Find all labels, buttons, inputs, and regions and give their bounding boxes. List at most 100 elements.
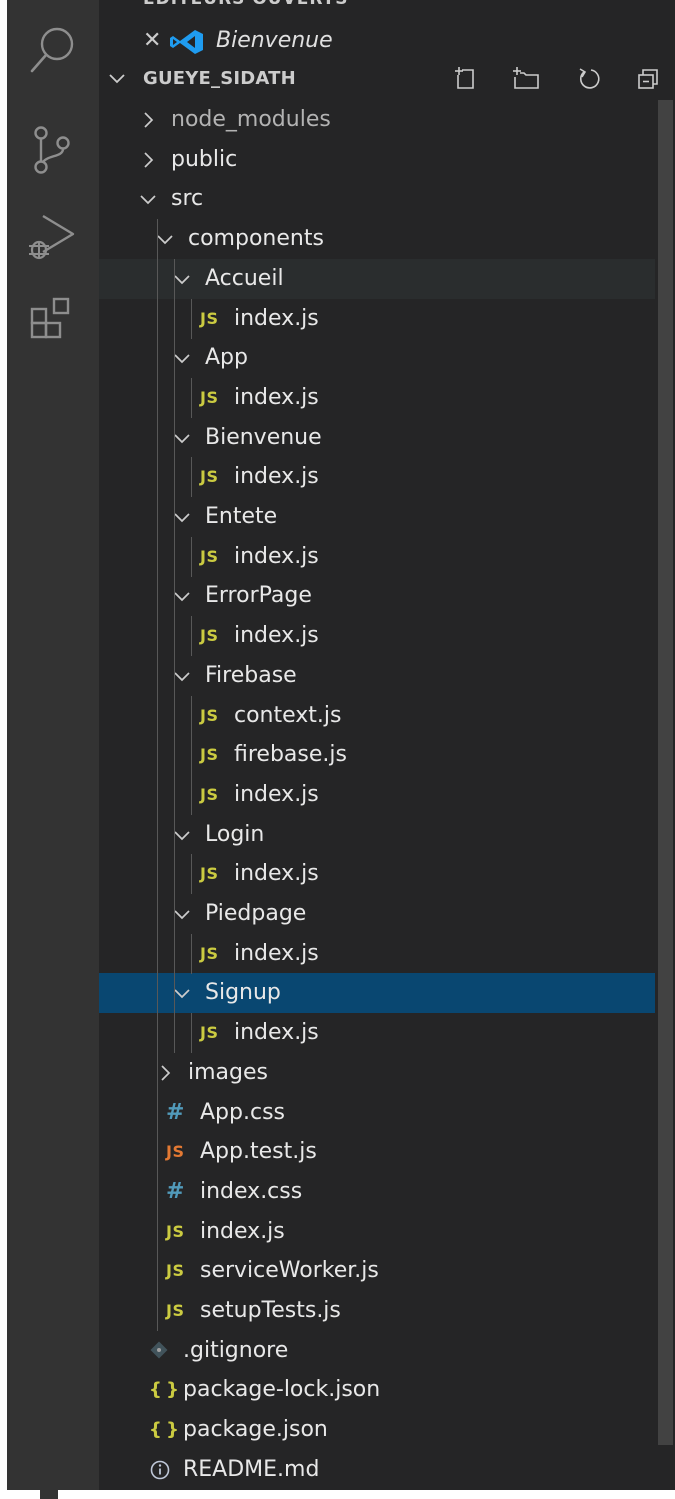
js-file-icon: JS bbox=[200, 467, 219, 486]
js-file-icon: JS bbox=[200, 944, 219, 963]
indent-guide-folder bbox=[191, 378, 192, 418]
tree-item-label: Firebase bbox=[205, 663, 297, 688]
vscode-window: EDITEURS OUVERTS ✕ Bienvenue GUEYE_SIDAT… bbox=[0, 0, 675, 1499]
tree-folder-components[interactable]: components bbox=[99, 219, 675, 259]
scrollbar-thumb[interactable] bbox=[658, 100, 673, 1445]
tree-file-setuptests-js[interactable]: JS setupTests.js bbox=[99, 1291, 675, 1331]
open-editors-header[interactable]: EDITEURS OUVERTS bbox=[143, 0, 349, 9]
chevron-right-icon[interactable] bbox=[156, 1064, 174, 1086]
tree-file-index-js[interactable]: JS index.js bbox=[99, 775, 675, 815]
chevron-right-icon[interactable] bbox=[139, 151, 157, 173]
tree-item-label: App.css bbox=[200, 1100, 285, 1125]
indent-guide-folder bbox=[191, 299, 192, 339]
tree-file-gitignore[interactable]: .gitignore bbox=[99, 1331, 675, 1371]
js-file-icon: JS bbox=[200, 309, 219, 328]
open-editor-item[interactable]: ✕ Bienvenue bbox=[99, 21, 675, 61]
tree-file-app-test-js[interactable]: JS App.test.js bbox=[99, 1132, 675, 1172]
tree-file-index-js[interactable]: JS index.js bbox=[99, 537, 675, 577]
chevron-down-icon[interactable] bbox=[139, 190, 157, 212]
json-file-icon: { } bbox=[149, 1379, 179, 1400]
chevron-down-icon[interactable] bbox=[173, 429, 191, 451]
tree-item-label: App bbox=[205, 345, 248, 370]
vscode-logo-icon bbox=[169, 29, 205, 59]
indent-guide-folder bbox=[191, 934, 192, 974]
tree-file-index-js[interactable]: JS index.js bbox=[99, 934, 675, 974]
indent-guide-folder bbox=[191, 537, 192, 577]
tree-file-readme-md[interactable]: README.md bbox=[99, 1450, 675, 1490]
tree-file-index-js[interactable]: JS index.js bbox=[99, 1013, 675, 1053]
chevron-down-icon[interactable] bbox=[156, 230, 174, 252]
tree-file-package-lock-json[interactable]: { } package-lock.json bbox=[99, 1370, 675, 1410]
tree-item-label: package.json bbox=[183, 1417, 328, 1442]
tree-file-app-css[interactable]: # App.css bbox=[99, 1093, 675, 1133]
tree-file-package-json[interactable]: { } package.json bbox=[99, 1410, 675, 1450]
tree-item-label: Piedpage bbox=[205, 901, 307, 926]
chevron-down-icon[interactable] bbox=[173, 349, 191, 371]
tree-item-label: src bbox=[171, 186, 204, 211]
chevron-down-icon[interactable] bbox=[173, 984, 191, 1006]
tree-folder-node-modules[interactable]: node_modules bbox=[99, 100, 675, 140]
extensions-icon[interactable] bbox=[25, 292, 81, 348]
tree-folder-signup[interactable]: Signup bbox=[99, 973, 675, 1013]
close-icon[interactable]: ✕ bbox=[143, 29, 161, 53]
tree-file-serviceworker-js[interactable]: JS serviceWorker.js bbox=[99, 1251, 675, 1291]
js-file-icon: JS bbox=[200, 706, 219, 725]
project-folder-header[interactable]: GUEYE_SIDATH bbox=[99, 60, 675, 98]
tree-file-firebase-js[interactable]: JS firebase.js bbox=[99, 735, 675, 775]
indent-guide-components bbox=[174, 259, 175, 1053]
chevron-down-icon bbox=[107, 69, 127, 93]
tree-folder-public[interactable]: public bbox=[99, 140, 675, 180]
tree-item-label: ErrorPage bbox=[205, 583, 312, 608]
tree-file-index-js[interactable]: JS index.js bbox=[99, 1212, 675, 1252]
refresh-icon[interactable] bbox=[572, 64, 606, 94]
js-file-icon: JS bbox=[200, 388, 219, 407]
chevron-down-icon[interactable] bbox=[173, 667, 191, 689]
run-debug-icon[interactable] bbox=[25, 210, 81, 266]
tree-folder-piedpage[interactable]: Piedpage bbox=[99, 894, 675, 934]
js-file-icon: JS bbox=[166, 1222, 185, 1241]
indent-guide-folder bbox=[191, 457, 192, 497]
tree-file-index-css[interactable]: # index.css bbox=[99, 1172, 675, 1212]
tree-folder-login[interactable]: Login bbox=[99, 815, 675, 855]
tree-folder-app[interactable]: App bbox=[99, 338, 675, 378]
chevron-right-icon[interactable] bbox=[139, 111, 157, 133]
tree-file-index-js[interactable]: JS index.js bbox=[99, 299, 675, 339]
collapse-all-icon[interactable] bbox=[631, 64, 665, 94]
tree-folder-entete[interactable]: Entete bbox=[99, 497, 675, 537]
new-folder-icon[interactable] bbox=[509, 64, 543, 94]
git-file-icon bbox=[149, 1340, 169, 1366]
activity-bar-edge bbox=[40, 1490, 58, 1499]
css-file-icon: # bbox=[166, 1179, 185, 1204]
js-test-file-icon: JS bbox=[166, 1142, 185, 1161]
tree-item-label: Accueil bbox=[205, 266, 284, 291]
search-icon[interactable] bbox=[25, 22, 81, 78]
chevron-down-icon[interactable] bbox=[173, 826, 191, 848]
tree-item-label: index.js bbox=[234, 941, 319, 966]
tree-item-label: public bbox=[171, 147, 238, 172]
tree-folder-errorpage[interactable]: ErrorPage bbox=[99, 576, 675, 616]
tree-item-label: index.css bbox=[200, 1179, 303, 1204]
tree-file-index-js[interactable]: JS index.js bbox=[99, 854, 675, 894]
indent-guide-folder bbox=[191, 696, 192, 815]
tree-folder-src[interactable]: src bbox=[99, 179, 675, 219]
tree-item-label: images bbox=[188, 1060, 268, 1085]
tree-item-label: index.js bbox=[234, 1020, 319, 1045]
chevron-down-icon[interactable] bbox=[173, 270, 191, 292]
new-file-icon[interactable] bbox=[449, 64, 483, 94]
chevron-down-icon[interactable] bbox=[173, 587, 191, 609]
chevron-down-icon[interactable] bbox=[173, 905, 191, 927]
tree-folder-firebase[interactable]: Firebase bbox=[99, 656, 675, 696]
tree-file-context-js[interactable]: JS context.js bbox=[99, 696, 675, 736]
source-control-icon[interactable] bbox=[25, 122, 81, 178]
tree-folder-images[interactable]: images bbox=[99, 1053, 675, 1093]
tree-folder-accueil[interactable]: Accueil bbox=[99, 259, 675, 299]
chevron-down-icon[interactable] bbox=[173, 508, 191, 530]
tree-folder-bienvenue[interactable]: Bienvenue bbox=[99, 418, 675, 458]
tree-item-label: Signup bbox=[205, 980, 281, 1005]
tree-item-label: index.js bbox=[234, 464, 319, 489]
tree-file-index-js[interactable]: JS index.js bbox=[99, 616, 675, 656]
tree-file-index-js[interactable]: JS index.js bbox=[99, 378, 675, 418]
tree-item-label: components bbox=[188, 226, 324, 251]
tree-item-label: index.js bbox=[234, 385, 319, 410]
tree-file-index-js[interactable]: JS index.js bbox=[99, 457, 675, 497]
